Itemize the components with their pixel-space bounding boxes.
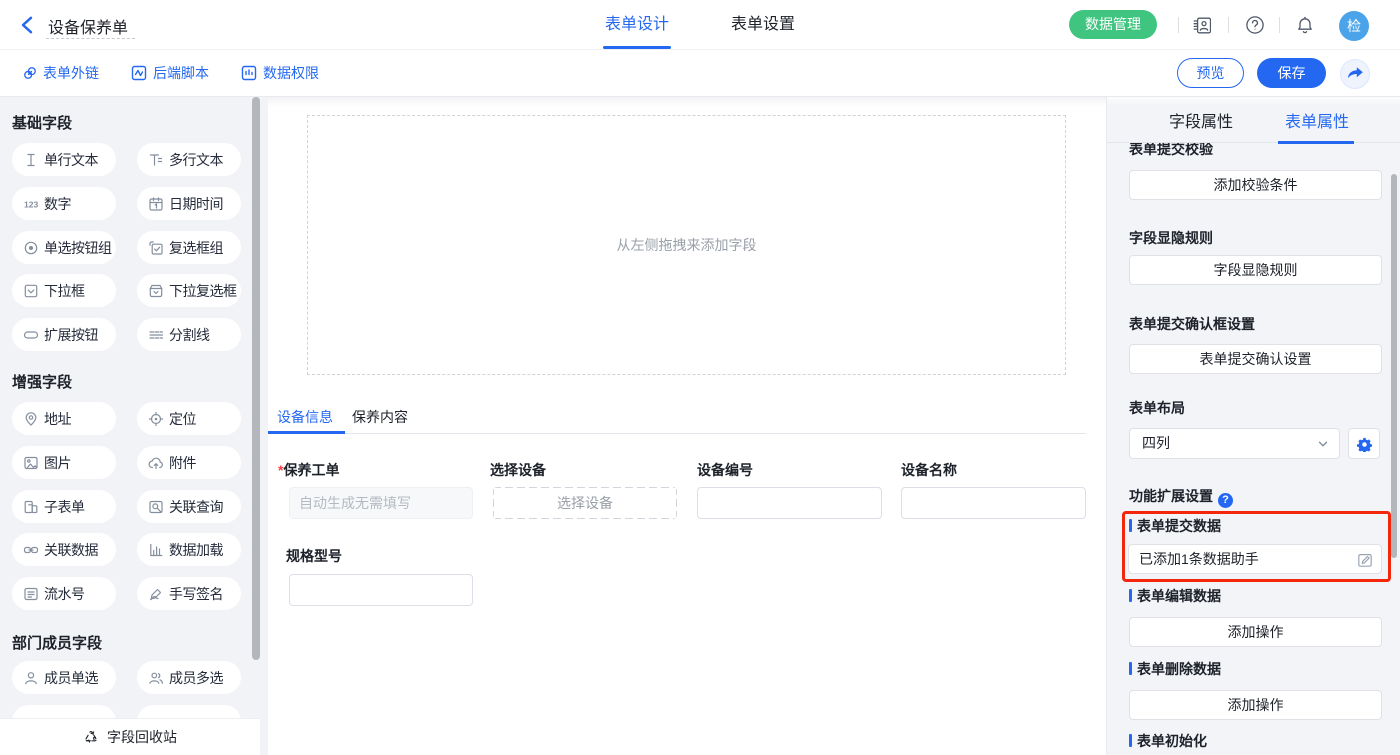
svg-text:123: 123 <box>24 199 38 209</box>
